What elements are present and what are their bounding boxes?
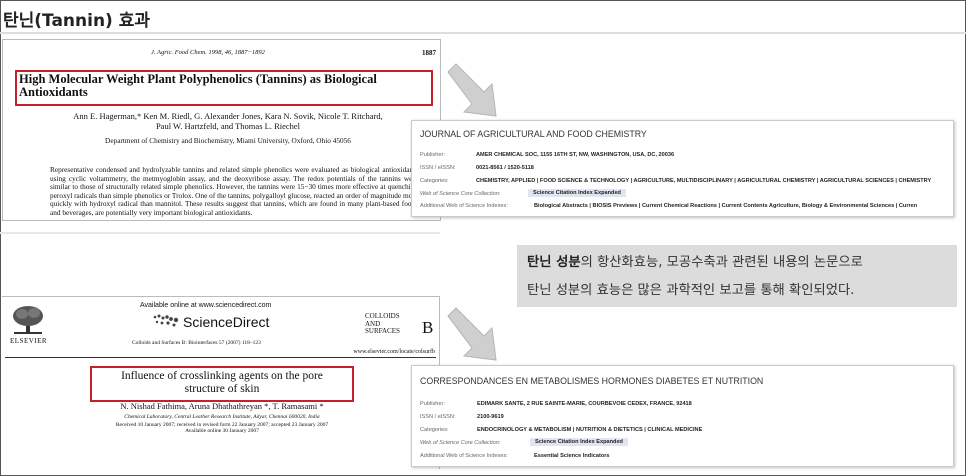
paper2-citation: Colloids and Surfaces B: Biointerfaces 5… [132,340,261,346]
sciencedirect-dots-icon [153,314,179,327]
paper1-page-number: 1887 [422,49,436,57]
section-divider [0,232,440,234]
paper2-header-rule [5,357,436,358]
paper1-scan: J. Agric. Food Chem. 1998, 46, 1887−1892… [2,39,441,221]
paper2-affiliation: Chemical Laboratory, Central Leather Res… [124,414,320,420]
paper1-abstract: Representative condensed and hydrolyzabl… [50,165,418,217]
elsevier-label: ELSEVIER [10,337,48,345]
summary-note: 탄닌 성분의 항산화효능, 모공수축과 관련된 내용의 논문으로 탄닌 성분의 … [517,245,957,307]
paper1-affiliation: Department of Chemistry and Biochemistry… [105,136,351,145]
summary-line-2: 탄닌 성분의 효능은 많은 과학적인 보고를 통해 확인되었다. [527,283,855,298]
wos-journal-card: CORRESPONDANCES EN METABOLISMES HORMONES… [411,365,954,467]
sciencedirect-brand: ScienceDirect [183,314,270,330]
journal-mark-letter: B [422,318,434,337]
paper1-title: High Molecular Weight Plant Polyphenolic… [19,72,377,99]
paper2-url: www.elsevier.com/locate/colsurfb [353,349,435,355]
index-badge: Science Citation Index Expanded [530,438,628,446]
paper1-journal: J. Agric. Food Chem. 1998, 46, 1887−1892 [151,49,265,56]
paper2-available-online: Available online at www.sciencedirect.co… [140,302,272,309]
title-divider [0,32,966,34]
summary-line-1: 탄닌 성분의 항산화효능, 모공수축과 관련된 내용의 논문으로 [527,255,863,270]
paper2-online-date: Available online 30 January 2007 [185,428,259,434]
paper2-title: Influence of crosslinking agents on the … [121,370,323,395]
card-journal-title: JOURNAL OF AGRICULTURAL AND FOOD CHEMIST… [420,129,647,139]
elsevier-tree-logo [13,306,43,334]
slide-title: 탄닌(Tannin) 효과 [3,11,151,31]
journal-mark: COLLOIDS AND SURFACES [365,312,400,335]
wos-journal-card: JOURNAL OF AGRICULTURAL AND FOOD CHEMIST… [411,120,954,217]
arrow-down-right-icon [447,63,497,117]
index-badge: Science Citation Index Expanded [528,189,626,197]
arrow-down-right-icon [447,307,497,361]
card-journal-title: CORRESPONDANCES EN METABOLISMES HORMONES… [420,376,764,386]
paper2-authors: N. Nishad Fathima, Aruna Dhathathreyan *… [120,401,324,411]
paper2-scan: ELSEVIER Available online at www.science… [2,296,440,469]
paper1-authors: Ann E. Hagerman,* Ken M. Riedl, G. Alexa… [73,111,383,131]
